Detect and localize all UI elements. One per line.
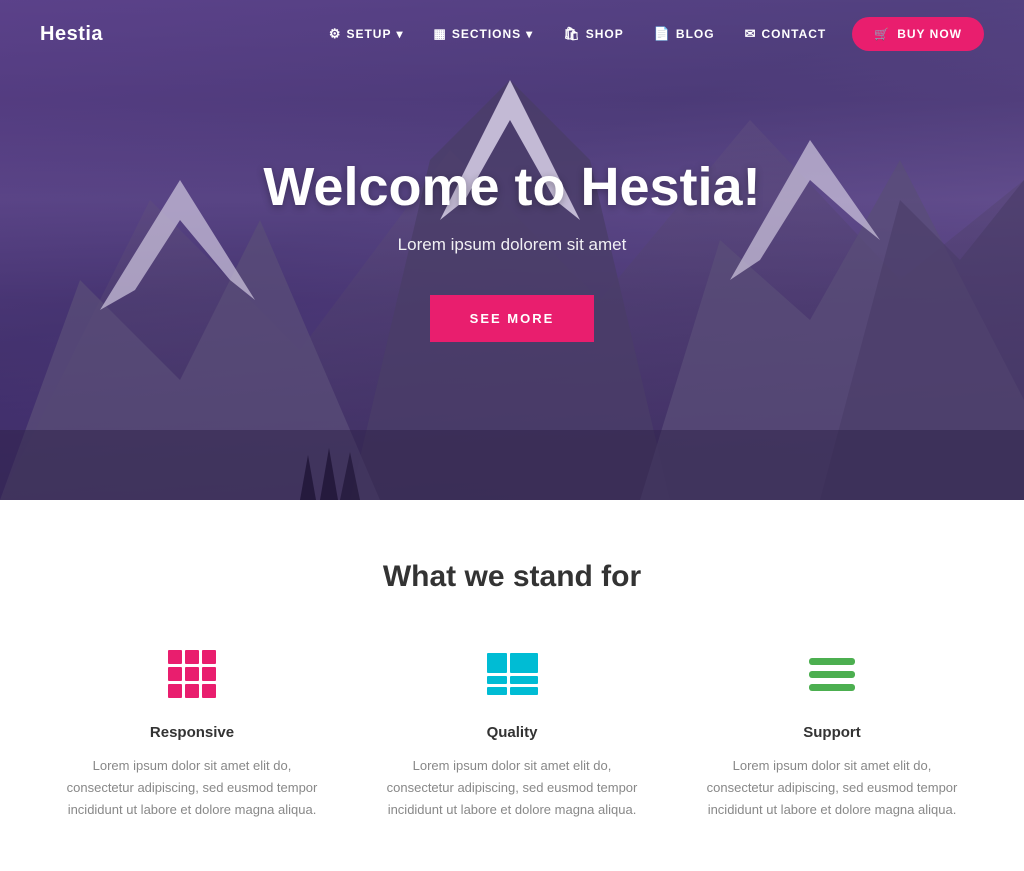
quality-label: Quality [382,724,642,741]
hero-subtitle: Lorem ipsum dolorem sit amet [263,235,760,255]
chevron-down-icon: ▾ [396,27,403,41]
nav-item-shop[interactable]: 🛍 SHOP [551,18,636,50]
lines-icon [809,658,855,691]
support-label: Support [702,724,962,741]
nav-item-setup[interactable]: ⚙ SETUP ▾ [317,18,416,50]
hero-title: Welcome to Hestia! [263,158,760,217]
support-icon-container [702,644,962,704]
feature-quality: Quality Lorem ipsum dolor sit amet elit … [382,644,642,821]
cart-icon: 🛒 [874,27,890,41]
feature-responsive: Responsive Lorem ipsum dolor sit amet el… [62,644,322,821]
chevron-down-icon: ▾ [526,27,533,41]
buy-now-button[interactable]: 🛒 BUY NOW [852,17,984,51]
responsive-icon-container [62,644,322,704]
navbar: Hestia ⚙ SETUP ▾ ▦ SECTIONS ▾ 🛍 SHOP 📄 B… [0,0,1024,68]
quality-description: Lorem ipsum dolor sit amet elit do, cons… [382,755,642,821]
nav-item-sections[interactable]: ▦ SECTIONS ▾ [422,18,546,50]
nav-item-blog[interactable]: 📄 BLOG [642,18,727,50]
feature-support: Support Lorem ipsum dolor sit amet elit … [702,644,962,821]
gear-icon: ⚙ [329,26,342,42]
blog-icon: 📄 [654,26,671,42]
responsive-description: Lorem ipsum dolor sit amet elit do, cons… [62,755,322,821]
nav-links: ⚙ SETUP ▾ ▦ SECTIONS ▾ 🛍 SHOP 📄 BLOG ✉ C… [317,17,984,51]
hero-section: Welcome to Hestia! Lorem ipsum dolorem s… [0,0,1024,500]
features-section: What we stand for Responsive Lorem ipsum… [0,500,1024,871]
hero-content: Welcome to Hestia! Lorem ipsum dolorem s… [263,158,760,342]
sections-icon: ▦ [434,26,447,42]
nav-item-contact[interactable]: ✉ CONTACT [733,18,839,50]
grid-icon [168,650,216,698]
mail-icon: ✉ [745,26,757,42]
shop-icon: 🛍 [563,26,581,42]
table-icon [487,653,538,695]
responsive-label: Responsive [62,724,322,741]
quality-icon-container [382,644,642,704]
see-more-button[interactable]: SEE MORE [430,295,595,342]
features-title: What we stand for [40,560,984,594]
brand-logo[interactable]: Hestia [40,23,103,46]
support-description: Lorem ipsum dolor sit amet elit do, cons… [702,755,962,821]
features-grid: Responsive Lorem ipsum dolor sit amet el… [62,644,962,821]
